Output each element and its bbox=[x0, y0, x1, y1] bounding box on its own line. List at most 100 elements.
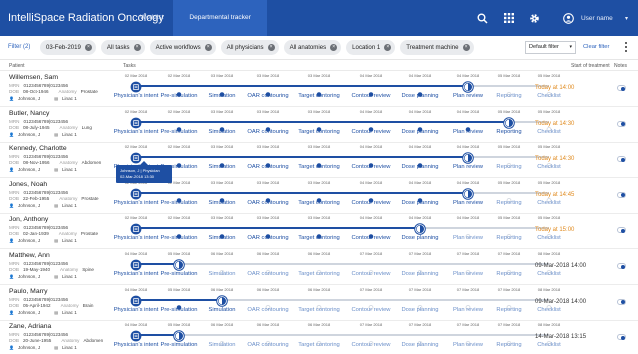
task-label[interactable]: Checklist bbox=[537, 200, 561, 206]
task-label[interactable]: Simulation bbox=[208, 235, 235, 241]
task-label[interactable]: Checklist bbox=[537, 307, 561, 313]
task-label[interactable]: Contour review bbox=[352, 93, 391, 99]
tab-departmental-tracker[interactable]: Departmental tracker bbox=[173, 0, 267, 36]
notes-toggle[interactable] bbox=[617, 85, 626, 91]
task-label[interactable]: Simulation bbox=[208, 129, 235, 135]
task-label[interactable]: Checklist bbox=[537, 271, 561, 277]
close-icon[interactable]: × bbox=[133, 44, 141, 51]
filter-chip[interactable]: All anatomies × bbox=[283, 40, 342, 55]
task-label[interactable]: Plan review bbox=[453, 93, 483, 99]
task-label[interactable]: Reporting bbox=[496, 307, 521, 313]
table-row[interactable]: Paulo, Marry MRN 0123456789|0123456 DOB 05-A… bbox=[0, 285, 638, 321]
task-label[interactable]: Contour review bbox=[352, 235, 391, 241]
task-label[interactable]: Dose planning bbox=[401, 235, 438, 241]
task-label[interactable]: Target contoring bbox=[298, 93, 340, 99]
task-label[interactable]: Reporting bbox=[496, 271, 521, 277]
task-label[interactable]: Checklist bbox=[537, 129, 561, 135]
task-label[interactable]: Dose planning bbox=[401, 93, 438, 99]
task-label[interactable]: Reporting bbox=[496, 93, 521, 99]
task-label[interactable]: OAR contouring bbox=[247, 235, 288, 241]
task-label[interactable]: Contour review bbox=[352, 342, 391, 348]
filter-chip[interactable]: Location 1 × bbox=[346, 40, 396, 55]
task-label[interactable]: Physician's intent bbox=[114, 307, 159, 313]
chevron-down-icon[interactable]: ▾ bbox=[625, 15, 628, 22]
task-label[interactable]: OAR contouring bbox=[247, 164, 288, 170]
task-label[interactable]: Physician's intent bbox=[114, 271, 159, 277]
task-label[interactable]: Checklist bbox=[537, 93, 561, 99]
task-label[interactable]: Target contoring bbox=[298, 271, 340, 277]
task-label[interactable]: Reporting bbox=[496, 342, 521, 348]
task-label[interactable]: Dose planning bbox=[401, 200, 438, 206]
filter-chip[interactable]: All tasks × bbox=[100, 40, 145, 55]
task-label[interactable]: Plan review bbox=[453, 200, 483, 206]
task-label[interactable]: Contour review bbox=[352, 271, 391, 277]
task-label[interactable]: Pre-simulation bbox=[160, 200, 197, 206]
tab-worklist[interactable]: Worklist bbox=[130, 0, 173, 36]
task-label[interactable]: OAR contouring bbox=[247, 93, 288, 99]
task-label[interactable]: Physician's intent bbox=[114, 93, 159, 99]
task-label[interactable]: Pre-simulation bbox=[160, 342, 197, 348]
task-label[interactable]: Contour review bbox=[352, 164, 391, 170]
task-label[interactable]: Simulation bbox=[208, 271, 235, 277]
task-label[interactable]: Target contoring bbox=[298, 129, 340, 135]
close-icon[interactable]: × bbox=[84, 44, 92, 51]
task-label[interactable]: Simulation bbox=[208, 307, 235, 313]
task-label[interactable]: Plan review bbox=[453, 271, 483, 277]
clear-filter-link[interactable]: Clear filter bbox=[583, 44, 609, 50]
task-label[interactable]: Target contoring bbox=[298, 307, 340, 313]
task-label[interactable]: Target contoring bbox=[298, 164, 340, 170]
task-label[interactable]: Plan review bbox=[453, 164, 483, 170]
patient-name[interactable]: Jon, Anthony bbox=[9, 216, 48, 223]
patient-name[interactable]: Jones, Noah bbox=[9, 181, 47, 188]
task-label[interactable]: Dose planning bbox=[401, 342, 438, 348]
notes-toggle[interactable] bbox=[617, 156, 626, 163]
table-row[interactable]: Jon, Anthony MRN 0123456789|0123456 DOB 02-J… bbox=[0, 213, 638, 250]
close-icon[interactable]: × bbox=[384, 44, 392, 51]
task-label[interactable]: Simulation bbox=[208, 200, 235, 206]
gear-icon[interactable] bbox=[529, 12, 541, 24]
task-label[interactable]: OAR contouring bbox=[247, 271, 288, 277]
table-row[interactable]: Butler, Nancy MRN 0123456789|0123456 DOB 08-… bbox=[0, 107, 638, 143]
filter-chip[interactable]: 03-Feb-2019 × bbox=[40, 40, 96, 55]
task-label[interactable]: Pre-simulation bbox=[160, 307, 197, 313]
filter-chip[interactable]: All physicians × bbox=[220, 40, 279, 55]
notes-toggle[interactable] bbox=[617, 191, 626, 198]
task-label[interactable]: Simulation bbox=[208, 164, 235, 170]
user-name[interactable]: User name bbox=[581, 15, 625, 22]
table-row[interactable]: Zane, Adriana MRN 0123456789|0123456 DOB 20-… bbox=[0, 320, 638, 354]
task-label[interactable]: Plan review bbox=[453, 307, 483, 313]
task-label[interactable]: Pre-simulation bbox=[160, 271, 197, 277]
task-label[interactable]: Physician's intent bbox=[114, 129, 159, 135]
table-row[interactable]: Kennedy, Charlotte MRN 0123456789|0123456 D… bbox=[0, 142, 638, 179]
patient-name[interactable]: Kennedy, Charlotte bbox=[9, 145, 67, 152]
task-label[interactable]: Dose planning bbox=[401, 164, 438, 170]
task-label[interactable]: Physician's intent bbox=[114, 342, 159, 348]
apps-grid-icon[interactable] bbox=[503, 12, 515, 24]
task-label[interactable]: Dose planning bbox=[401, 307, 438, 313]
task-label[interactable]: Reporting bbox=[496, 129, 521, 135]
task-label[interactable]: Contour review bbox=[352, 307, 391, 313]
notes-toggle[interactable] bbox=[617, 263, 626, 269]
task-label[interactable]: Plan review bbox=[453, 235, 483, 241]
filter-link[interactable]: Filter (2) bbox=[8, 44, 30, 50]
filter-chip[interactable]: Active workflows × bbox=[149, 40, 216, 55]
task-label[interactable]: Reporting bbox=[496, 235, 521, 241]
task-label[interactable]: Checklist bbox=[537, 342, 561, 348]
task-label[interactable]: OAR contouring bbox=[247, 342, 288, 348]
task-label[interactable]: Contour review bbox=[352, 129, 391, 135]
task-label[interactable]: Physician's intent bbox=[114, 235, 159, 241]
task-label[interactable]: Physician's intent bbox=[114, 200, 159, 206]
task-label[interactable]: Contour review bbox=[352, 200, 391, 206]
task-label[interactable]: Plan review bbox=[453, 342, 483, 348]
notes-toggle[interactable] bbox=[617, 298, 626, 305]
patient-name[interactable]: Zane, Adriana bbox=[9, 323, 51, 330]
notes-toggle[interactable] bbox=[617, 334, 626, 341]
patient-name[interactable]: Paulo, Marry bbox=[9, 288, 48, 295]
task-label[interactable]: Plan review bbox=[453, 129, 483, 135]
patient-name[interactable]: Willemsen, Sam bbox=[9, 74, 58, 81]
close-icon[interactable]: × bbox=[267, 44, 275, 51]
user-icon[interactable] bbox=[563, 12, 575, 24]
close-icon[interactable]: × bbox=[204, 44, 212, 51]
search-icon[interactable] bbox=[477, 12, 489, 24]
task-label[interactable]: OAR contouring bbox=[247, 129, 288, 135]
